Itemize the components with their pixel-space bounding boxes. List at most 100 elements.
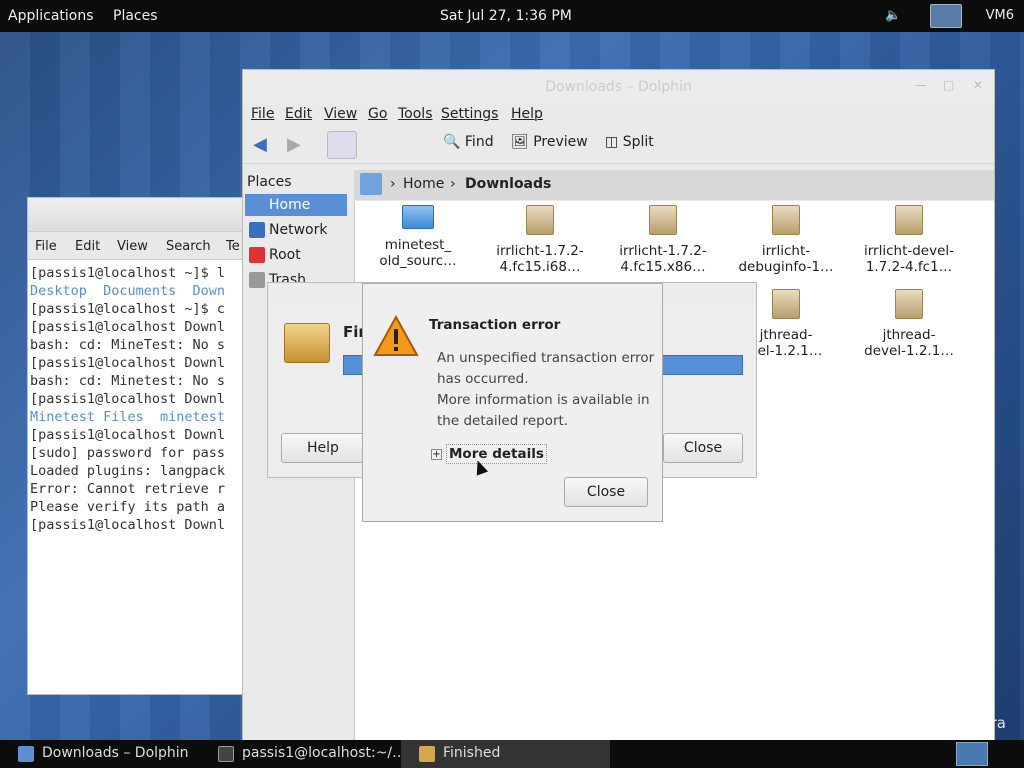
find-label: Find xyxy=(464,134,494,150)
task-finished[interactable]: Finished xyxy=(401,740,610,768)
help-button[interactable]: Help xyxy=(281,433,365,463)
more-details-label[interactable]: More details xyxy=(446,444,547,464)
menu-tools[interactable]: Tools xyxy=(398,106,433,122)
breadcrumb-separator: › xyxy=(450,176,456,192)
clock[interactable]: Sat Jul 27, 1:36 PM xyxy=(440,8,572,24)
find-button[interactable]: 🔍 Find xyxy=(443,134,494,150)
terminal-menu-view[interactable]: View xyxy=(117,239,148,254)
breadcrumb: › Home › Downloads xyxy=(354,170,994,200)
terminal-menu-edit[interactable]: Edit xyxy=(75,239,100,254)
error-message-line: More information is available in xyxy=(437,392,650,408)
workspace-switcher-icon[interactable] xyxy=(956,742,988,766)
menu-edit[interactable]: Edit xyxy=(285,106,312,122)
terminal-line: Please verify its path a xyxy=(30,499,226,515)
forward-arrow-icon[interactable]: ▶ xyxy=(287,136,309,154)
terminal-app-icon xyxy=(218,746,234,762)
terminal-line: Minetest Files minetest xyxy=(30,409,226,425)
home-crumb-icon[interactable] xyxy=(360,173,382,195)
expand-icon[interactable]: + xyxy=(431,449,442,460)
terminal-output[interactable]: [passis1@localhost ~]$ l Desktop Document… xyxy=(28,260,251,690)
file-name: irrlicht-1.7.2- xyxy=(619,243,707,259)
menu-view[interactable]: View xyxy=(324,106,357,122)
terminal-menu-file[interactable]: File xyxy=(35,239,57,254)
error-message-line: has occurred. xyxy=(437,371,529,387)
terminal-menu-terminal[interactable]: Te xyxy=(226,239,240,254)
rpm-package-icon xyxy=(772,205,800,235)
terminal-line: Desktop Documents Down xyxy=(30,283,226,299)
terminal-line: [passis1@localhost ~]$ l xyxy=(30,265,226,281)
terminal-line: Error: Cannot retrieve r xyxy=(30,481,226,497)
preview-label: Preview xyxy=(533,134,588,150)
menu-help[interactable]: Help xyxy=(511,106,543,122)
file-name: 4.fc15.x86… xyxy=(620,259,706,275)
terminal-line: [passis1@localhost Downl xyxy=(30,517,226,533)
terminal-menubar: File Edit View Search Te xyxy=(28,232,251,260)
columns-view-button[interactable] xyxy=(395,131,425,159)
breadcrumb-separator: › xyxy=(390,176,396,192)
terminal-window: File Edit View Search Te [passis1@localh… xyxy=(27,197,252,695)
applications-menu[interactable]: Applications xyxy=(8,8,94,24)
places-header: Places xyxy=(247,174,292,190)
error-close-button[interactable]: Close xyxy=(564,477,648,507)
package-app-icon xyxy=(419,746,435,762)
details-view-button[interactable] xyxy=(361,131,391,159)
rpm-package-icon xyxy=(526,205,554,235)
menu-file[interactable]: File xyxy=(251,106,274,122)
preview-button[interactable]: 🖼 Preview xyxy=(511,134,588,150)
taskbar: Downloads – Dolphin passis1@localhost:~/… xyxy=(0,740,1024,768)
home-icon xyxy=(249,197,265,213)
file-item[interactable]: minetest_ old_sourc… xyxy=(363,205,473,269)
breadcrumb-current[interactable]: Downloads xyxy=(465,176,551,192)
task-terminal[interactable]: passis1@localhost:~/… xyxy=(200,740,406,768)
file-item[interactable]: jthread-devel-1.2.1… xyxy=(854,289,964,359)
terminal-line: [sudo] password for pass xyxy=(30,445,226,461)
terminal-line: Loaded plugins: langpack xyxy=(30,463,226,479)
trash-icon xyxy=(249,272,265,288)
places-item-home[interactable]: Home xyxy=(245,194,347,216)
user-menu[interactable]: VM6 xyxy=(986,8,1014,23)
file-name: irrlicht-1.7.2- xyxy=(496,243,584,259)
menu-settings[interactable]: Settings xyxy=(441,106,498,122)
dolphin-toolbar: ◀ ▶ 🔍 Find 🖼 Preview ◫ Split xyxy=(243,126,994,164)
places-item-label: Root xyxy=(269,247,301,263)
places-item-network[interactable]: Network xyxy=(245,219,347,241)
places-item-root[interactable]: Root xyxy=(245,244,347,266)
file-item[interactable]: irrlicht-1.7.2- 4.fc15.x86… xyxy=(608,205,718,275)
file-item[interactable]: irrlicht-1.7.2- 4.fc15.i68… xyxy=(485,205,595,275)
dolphin-titlebar[interactable]: Downloads – Dolphin — □ ✕ xyxy=(243,70,994,104)
terminal-menu-search[interactable]: Search xyxy=(166,239,211,254)
fedora-watermark: fedora xyxy=(957,714,1006,732)
maximize-icon[interactable]: □ xyxy=(943,78,954,92)
breadcrumb-home[interactable]: Home xyxy=(403,176,444,192)
file-item[interactable]: irrlicht-devel- 1.7.2-4.fc1… xyxy=(854,205,964,275)
dolphin-app-icon xyxy=(18,746,34,762)
network-status-icon[interactable] xyxy=(930,4,962,28)
file-item[interactable]: irrlicht-debuginfo-1… xyxy=(731,205,841,275)
transaction-error-dialog: Transaction error An unspecified transac… xyxy=(362,283,663,522)
close-icon[interactable]: ✕ xyxy=(973,78,983,92)
task-dolphin[interactable]: Downloads – Dolphin xyxy=(0,740,200,768)
package-icon xyxy=(284,323,330,363)
icons-view-button[interactable] xyxy=(327,131,357,159)
more-details-toggle[interactable]: + More details xyxy=(431,444,547,464)
terminal-line: [passis1@localhost Downl xyxy=(30,319,226,335)
terminal-titlebar[interactable] xyxy=(28,198,251,232)
terminal-line: [passis1@localhost Downl xyxy=(30,427,226,443)
menu-go[interactable]: Go xyxy=(368,106,387,122)
error-message-line: the detailed report. xyxy=(437,413,569,429)
error-message-line: An unspecified transaction error xyxy=(437,350,655,366)
split-button[interactable]: ◫ Split xyxy=(605,134,654,150)
places-menu[interactable]: Places xyxy=(113,8,158,24)
finished-close-button[interactable]: Close xyxy=(663,433,743,463)
volume-icon[interactable]: 🔈 xyxy=(885,8,901,24)
terminal-line: bash: cd: MineTest: No s xyxy=(30,337,226,353)
file-name: irrlicht- xyxy=(761,243,811,259)
rpm-package-icon xyxy=(772,289,800,319)
folder-icon xyxy=(402,205,434,229)
terminal-line: bash: cd: Minetest: No s xyxy=(30,373,226,389)
back-arrow-icon[interactable]: ◀ xyxy=(253,136,275,154)
terminal-line: [passis1@localhost Downl xyxy=(30,391,226,407)
minimize-icon[interactable]: — xyxy=(915,78,927,92)
window-title: Downloads – Dolphin xyxy=(545,79,692,95)
terminal-line: [passis1@localhost Downl xyxy=(30,355,226,371)
